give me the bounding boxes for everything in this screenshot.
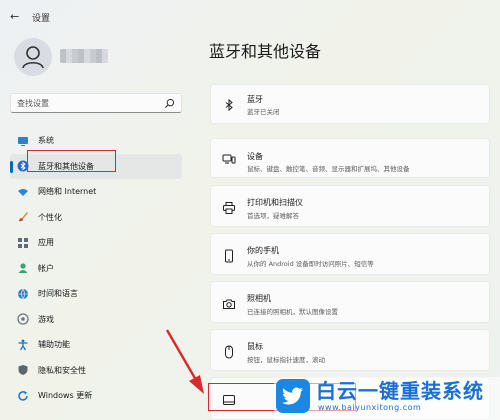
user-icon bbox=[22, 46, 44, 69]
page-title: 蓝牙和其他设备 bbox=[209, 42, 322, 61]
mouse-icon bbox=[222, 344, 236, 359]
card-subtitle: 鼠标、键盘、触控笔、音频、显示器和扩展坞、其他设备 bbox=[247, 165, 410, 173]
search-input[interactable] bbox=[17, 97, 157, 110]
card-title: 打印机和扫描仪 bbox=[247, 198, 303, 207]
app-title: 设置 bbox=[32, 14, 51, 24]
globe-icon bbox=[17, 288, 29, 300]
card-title: 鼠标 bbox=[247, 342, 263, 351]
sidebar-item-accessibility[interactable]: 辅助功能 bbox=[10, 332, 182, 358]
sidebar-item-label: 系统 bbox=[38, 136, 54, 146]
sidebar-item-gaming[interactable]: 游戏 bbox=[10, 307, 182, 333]
sidebar-item-label: 网络和 Internet bbox=[38, 187, 97, 197]
wifi-icon bbox=[17, 186, 29, 198]
gamepad-icon bbox=[17, 313, 29, 325]
sidebar-item-bluetooth[interactable]: 蓝牙和其他设备 bbox=[10, 149, 182, 179]
card-bluetooth[interactable]: 蓝牙 蓝牙已关闭 bbox=[210, 84, 490, 124]
sidebar-item-network[interactable]: 网络和 Internet bbox=[10, 179, 182, 205]
card-title: 你的手机 bbox=[247, 246, 279, 255]
username-blurred bbox=[60, 49, 108, 63]
card-subtitle: 从你的 Android 设备即时访问照片、短信等 bbox=[247, 260, 374, 268]
devices-icon bbox=[222, 151, 236, 165]
card-subtitle: 蓝牙已关闭 bbox=[247, 108, 280, 116]
sidebar-item-privacy[interactable]: 隐私和安全性 bbox=[10, 358, 182, 384]
title-bar: ← 设置 bbox=[0, 0, 500, 32]
card-subtitle: 首选项，疑难解答 bbox=[247, 212, 299, 220]
watermark-title: 白云一键重装系统 bbox=[316, 379, 484, 403]
monitor-icon bbox=[17, 135, 29, 147]
watermark-url: www.baiyunxitong.com bbox=[318, 403, 422, 412]
printer-icon bbox=[222, 200, 236, 214]
back-arrow-icon[interactable]: ← bbox=[10, 10, 19, 23]
camera-icon bbox=[222, 296, 236, 310]
card-subtitle: 按钮，鼠标指针速度，滚动 bbox=[247, 356, 325, 364]
sidebar-item-personalization[interactable]: 个性化 bbox=[10, 205, 182, 231]
card-devices[interactable]: 设备 鼠标、键盘、触控笔、音频、显示器和扩展坞、其他设备 bbox=[210, 138, 490, 178]
sidebar-item-label: 游戏 bbox=[38, 314, 54, 324]
sidebar-item-label: Windows 更新 bbox=[38, 391, 93, 401]
card-printers[interactable]: 打印机和扫描仪 首选项，疑难解答 bbox=[210, 185, 490, 227]
update-icon bbox=[17, 390, 29, 402]
apps-icon bbox=[17, 237, 29, 249]
sidebar-nav: 系统 蓝牙和其他设备 网络和 Internet 个性化 应用 帐户 时间和语言 … bbox=[10, 128, 182, 409]
bluetooth-icon bbox=[222, 97, 236, 112]
card-title: 设备 bbox=[247, 152, 263, 161]
shield-icon bbox=[17, 364, 29, 376]
avatar[interactable] bbox=[14, 38, 52, 76]
sidebar-item-windows-update[interactable]: Windows 更新 bbox=[10, 383, 182, 409]
sidebar-item-label: 隐私和安全性 bbox=[38, 365, 86, 375]
search-icon[interactable] bbox=[164, 98, 175, 109]
card-your-phone[interactable]: 你的手机 从你的 Android 设备即时访问照片、短信等 bbox=[210, 233, 490, 275]
person-icon bbox=[17, 262, 29, 274]
sidebar-item-label: 帐户 bbox=[38, 263, 54, 273]
search-box[interactable] bbox=[10, 93, 182, 113]
sidebar-item-accounts[interactable]: 帐户 bbox=[10, 256, 182, 282]
brush-icon bbox=[17, 211, 29, 223]
sidebar-item-label: 时间和语言 bbox=[38, 289, 78, 299]
sidebar-item-label: 应用 bbox=[38, 238, 54, 248]
sidebar-item-label: 个性化 bbox=[38, 212, 62, 222]
card-mouse[interactable]: 鼠标 按钮，鼠标指针速度，滚动 bbox=[210, 329, 490, 371]
card-camera[interactable]: 照相机 已连接的照相机，默认图像设置 bbox=[210, 281, 490, 323]
card-title: 蓝牙 bbox=[247, 95, 263, 104]
selection-indicator bbox=[10, 160, 13, 173]
sidebar-item-time-language[interactable]: 时间和语言 bbox=[10, 281, 182, 307]
annotation-highlight-box bbox=[27, 149, 116, 172]
card-title: 照相机 bbox=[247, 294, 271, 303]
bird-logo-icon bbox=[276, 379, 310, 413]
sidebar-item-label: 辅助功能 bbox=[38, 340, 70, 350]
accessibility-icon bbox=[17, 339, 29, 351]
card-subtitle: 已连接的照相机，默认图像设置 bbox=[247, 308, 338, 316]
sidebar-item-apps[interactable]: 应用 bbox=[10, 230, 182, 256]
phone-icon bbox=[222, 248, 236, 263]
